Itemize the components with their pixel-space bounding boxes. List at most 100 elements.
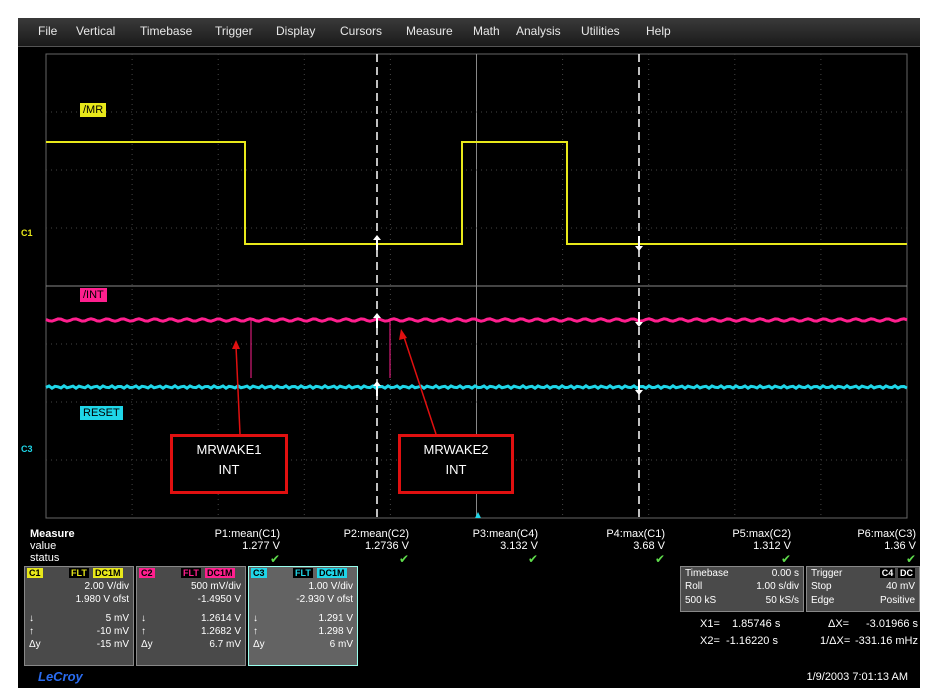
param-p3-status-icon: ✔ [527, 552, 538, 566]
lecroy-logo: LeCroy [38, 669, 83, 684]
trace-label-c2: /INT [80, 288, 107, 302]
channel-box-c2[interactable]: C2 FLT DC1M 500 mV/div -1.4950 V ↓ 1.261… [136, 566, 246, 666]
param-p3-name[interactable]: P3:mean(C4) [473, 528, 538, 540]
param-p1-status-icon: ✔ [269, 552, 280, 566]
cursor-readout: X1= 1.85746 s ΔX= -3.01966 s X2= -1.1622… [680, 616, 920, 656]
param-p2-status-icon: ✔ [398, 552, 409, 566]
cursor-inv-dx-label: 1/ΔX= [820, 635, 851, 647]
channel-marker-c1[interactable]: C1 [21, 228, 33, 238]
trigger-type: Edge [811, 595, 835, 606]
cursor-x2-value: -1.16220 s [726, 635, 778, 647]
channel-c3-tag: C3 [251, 568, 267, 578]
channel-marker-c3[interactable]: C3 [21, 444, 33, 454]
channel-box-c1-head: C1 FLT DC1M [25, 567, 133, 579]
menu-cursors[interactable]: Cursors [340, 24, 382, 38]
trace-label-c3: RESET [80, 406, 123, 420]
channel-c2-high: 1.2682 V [200, 626, 241, 637]
cursor-arrowhead [635, 246, 643, 251]
param-p4-status-icon: ✔ [654, 552, 665, 566]
param-p1-name[interactable]: P1:mean(C1) [215, 528, 280, 540]
menu-trigger[interactable]: Trigger [215, 24, 253, 38]
trigger-tags: C4 DC [879, 568, 915, 579]
cursor-arrowhead [373, 313, 381, 318]
channel-c2-flt: FLT [181, 568, 201, 578]
channel-c3-vdiv: 1.00 V/div [308, 581, 353, 592]
callout-mrwake2-line2: INT [445, 462, 467, 477]
channel-c2-vdiv: 500 mV/div [190, 581, 241, 592]
trigger-coupling-tag: DC [898, 568, 915, 578]
cursor-arrowhead [373, 381, 381, 386]
cursor-x1-label: X1= [700, 618, 720, 630]
timebase-mode: Roll [685, 581, 703, 592]
cursor-x2-label: X2= [700, 635, 720, 647]
param-p2-name[interactable]: P2:mean(C2) [344, 528, 409, 540]
channel-c3-low: 1.291 V [318, 613, 353, 624]
menu-utilities[interactable]: Utilities [581, 24, 620, 38]
channel-c3-high: 1.298 V [318, 626, 353, 637]
menu-measure[interactable]: Measure [406, 24, 453, 38]
channel-c3-flt: FLT [293, 568, 313, 578]
menu-analysis[interactable]: Analysis [516, 24, 561, 38]
param-p1-value: 1.277 V [242, 540, 280, 552]
menu-timebase[interactable]: Timebase [140, 24, 192, 38]
param-p6-value: 1.36 V [884, 540, 916, 552]
menu-file[interactable]: File [38, 24, 57, 38]
param-p2-value: 1.2736 V [364, 540, 409, 552]
channel-c1-dy: -15 mV [96, 639, 129, 650]
callout-mrwake1-line2: INT [218, 462, 240, 477]
menu-help[interactable]: Help [646, 24, 671, 38]
channel-box-c3[interactable]: C3 FLT DC1M 1.00 V/div -2.930 V ofst ↓ 1… [248, 566, 358, 666]
cursor-dx-label: ΔX= [828, 618, 850, 630]
channel-c2-offset: -1.4950 V [197, 594, 241, 605]
timebase-tdiv: 1.00 s/div [756, 581, 799, 592]
trigger-level: 40 mV [886, 581, 915, 592]
cursor-x1-value: 1.85746 s [732, 618, 781, 630]
channel-c3-low-icon: ↓ [253, 613, 258, 624]
callout-arrow-2 [402, 333, 437, 435]
channel-c1-vdiv: 2.00 V/div [84, 581, 129, 592]
channel-box-c2-head: C2 FLT DC1M [137, 567, 245, 579]
channel-box-c3-head: C3 FLT DC1M [249, 567, 357, 579]
channel-c1-high-icon: ↑ [29, 626, 34, 637]
menu-bar: File Vertical Timebase Trigger Display C… [18, 18, 920, 47]
menu-vertical[interactable]: Vertical [76, 24, 115, 38]
param-p6-status-icon: ✔ [905, 552, 916, 566]
param-p3-value: 3.132 V [500, 540, 538, 552]
oscilloscope-screen: File Vertical Timebase Trigger Display C… [18, 18, 920, 688]
channel-c3-dy-label: Δy [253, 639, 265, 650]
trigger-mode: Stop [811, 581, 832, 592]
trace-label-c1: /MR [80, 103, 107, 117]
param-p6-name[interactable]: P6:max(C3) [857, 528, 916, 540]
param-p4-name[interactable]: P4:max(C1) [606, 528, 665, 540]
cursor-arrowhead [635, 322, 643, 327]
measure-row-value: value [30, 540, 57, 552]
callout-mrwake1: MRWAKE1 INT [170, 434, 288, 494]
trace-c3 [45, 383, 908, 391]
channel-c2-dy-label: Δy [141, 639, 153, 650]
param-p5-name[interactable]: P5:max(C2) [732, 528, 791, 540]
channel-c1-high: -10 mV [96, 626, 129, 637]
menu-display[interactable]: Display [276, 24, 315, 38]
measure-title: Measure [30, 528, 75, 540]
callout-arrowhead-2 [399, 329, 407, 340]
callout-arrowhead-1 [232, 340, 240, 349]
channel-c3-coupling: DC1M [317, 568, 347, 578]
param-p5-value: 1.312 V [753, 540, 791, 552]
channel-box-c1[interactable]: C1 FLT DC1M 2.00 V/div 1.980 V ofst ↓ 5 … [24, 566, 134, 666]
trigger-title: Trigger [811, 568, 843, 579]
channel-c2-coupling: DC1M [205, 568, 235, 578]
measure-table[interactable]: Measure value status P1:mean(C1) 1.277 V… [18, 522, 920, 566]
waveform-grid[interactable]: /MR /INT RESET C1 C3 MRWAKE1 INT MRWAKE2… [18, 46, 920, 522]
footer-bar: LeCroy 1/9/2003 7:01:13 AM [18, 666, 920, 688]
timebase-title: Timebase [685, 568, 729, 579]
cursor-dx-value: -3.01966 s [866, 618, 918, 630]
cursor-arrowhead [635, 390, 643, 395]
channel-c1-low-icon: ↓ [29, 613, 34, 624]
trigger-panel[interactable]: Trigger C4 DC Stop 40 mV Edge Positive [806, 566, 920, 612]
channel-c1-coupling: DC1M [93, 568, 123, 578]
channel-c1-dy-label: Δy [29, 639, 41, 650]
timebase-panel[interactable]: Timebase 0.00 s Roll 1.00 s/div 500 kS 5… [680, 566, 804, 612]
channel-c1-flt: FLT [69, 568, 89, 578]
menu-math[interactable]: Math [473, 24, 500, 38]
callout-mrwake2: MRWAKE2 INT [398, 434, 514, 494]
